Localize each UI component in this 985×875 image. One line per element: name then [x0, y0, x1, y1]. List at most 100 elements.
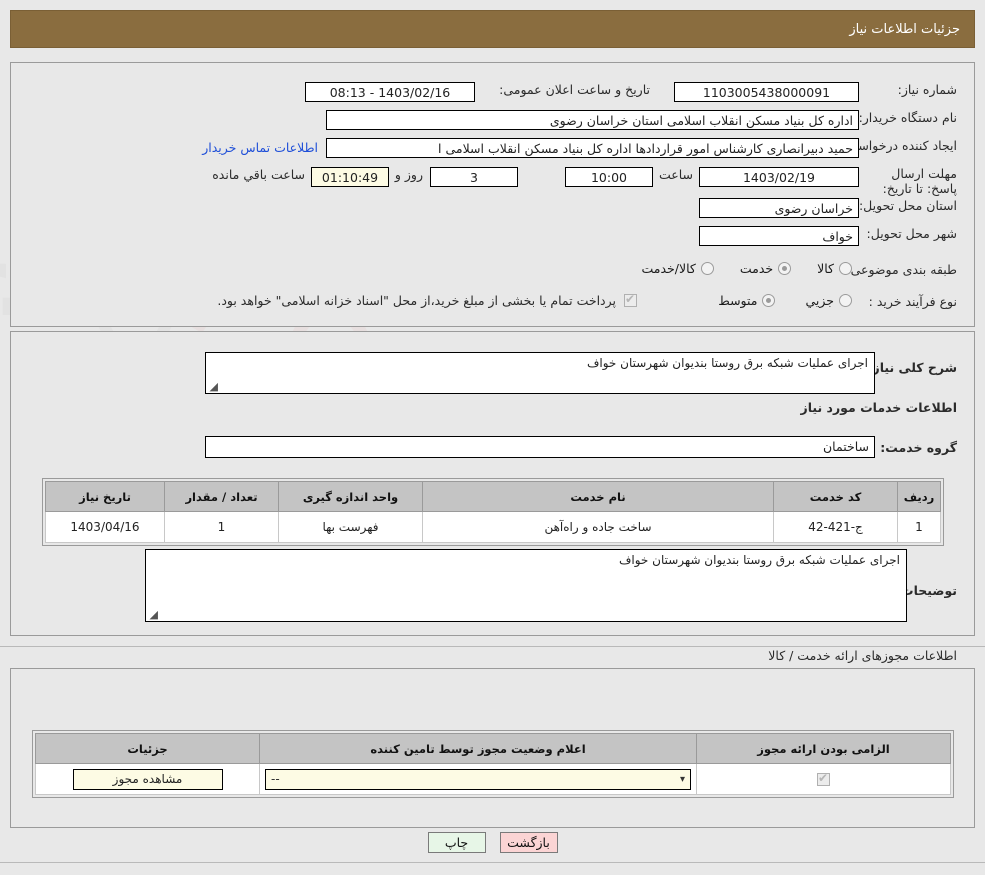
- bottom-divider: [0, 862, 985, 863]
- cell-date: 1403/04/16: [45, 511, 165, 543]
- buyer-org-row: نام دستگاه خریدار:: [859, 110, 957, 125]
- service-table-wrap: ردیف کد خدمت نام خدمت واحد اندازه گیری ت…: [42, 478, 944, 546]
- cell-permit-details: مشاهده مجوز: [35, 763, 260, 795]
- buyer-contact-link[interactable]: اطلاعات تماس خریدار: [202, 140, 318, 155]
- city-label: شهر محل تحویل:: [866, 226, 957, 241]
- category-option-kala-khedmat[interactable]: کالا/خدمت: [641, 261, 714, 276]
- deadline-time-value: 10:00: [565, 167, 653, 187]
- col-permit-status: اعلام وضعیت مجوز توسط تامین کننده: [259, 733, 697, 764]
- category-option-label: کالا: [817, 261, 834, 276]
- permit-status-select[interactable]: ▾ --: [265, 768, 691, 790]
- permits-heading-wrap: اطلاعات مجوزهای ارائه خدمت / کالا: [768, 648, 957, 663]
- need-desc-textarea[interactable]: اجرای عملیات شبکه برق روستا بندیوان شهرس…: [205, 352, 875, 394]
- service-table: ردیف کد خدمت نام خدمت واحد اندازه گیری ت…: [45, 481, 941, 543]
- permits-table: الزامی بودن ارائه مجوز اعلام وضعیت مجوز …: [35, 733, 951, 795]
- table-row: ▾ -- مشاهده مجوز: [35, 763, 951, 795]
- print-button[interactable]: چاپ: [427, 832, 486, 853]
- cell-permit-status: ▾ --: [259, 763, 697, 795]
- page-root: AnaTender.net جزئیات اطلاعات نیاز شماره …: [0, 0, 985, 875]
- radio-icon[interactable]: [839, 294, 852, 307]
- buyer-notes-value: اجرای عملیات شبکه برق روستا بندیوان شهرس…: [618, 553, 900, 567]
- category-radio-group: کالا خدمت کالا/خدمت: [641, 261, 852, 276]
- countdown-value: 01:10:49: [311, 167, 389, 187]
- creator-label: ایجاد کننده درخواست:: [841, 138, 957, 153]
- process-radio-group: جزیي متوسط: [718, 293, 852, 308]
- category-option-label: خدمت: [739, 261, 774, 276]
- col-date: تاریخ نیاز: [45, 481, 165, 512]
- permits-heading: اطلاعات مجوزهای ارائه خدمت / کالا: [768, 648, 957, 663]
- need-desc-label: شرح کلی نیاز:: [867, 360, 957, 375]
- treasury-checkbox[interactable]: [624, 292, 637, 307]
- announce-row: تاریخ و ساعت اعلان عمومی:: [499, 82, 650, 97]
- col-permit-details: جزئیات: [35, 733, 260, 764]
- city-row: شهر محل تحویل:: [867, 226, 957, 241]
- cell-quantity: 1: [164, 511, 279, 543]
- treasury-note-row: پرداخت تمام یا بخشی از مبلغ خرید،از محل …: [217, 292, 637, 308]
- creator-row: ایجاد کننده درخواست:: [842, 138, 957, 153]
- process-label-wrap: نوع فرآیند خرید :: [869, 294, 957, 309]
- buyer-org-value: اداره کل بنیاد مسکن انقلاب اسلامی استان …: [326, 110, 859, 130]
- footer-button-bar: بازگشت چاپ: [0, 832, 985, 853]
- divider: [0, 646, 985, 647]
- table-row: 1 ج-421-42 ساخت جاده و راه‌آهن فهرست بها…: [45, 511, 941, 543]
- buyer-org-label: نام دستگاه خریدار:: [858, 110, 957, 125]
- process-option-jozii[interactable]: جزیي: [805, 293, 852, 308]
- category-option-label: کالا/خدمت: [641, 261, 696, 276]
- category-option-khedmat[interactable]: خدمت: [739, 261, 792, 276]
- col-radif: ردیف: [897, 481, 941, 512]
- announce-value: 1403/02/16 - 08:13: [305, 82, 475, 102]
- col-name: نام خدمت: [422, 481, 774, 512]
- need-number-row: شماره نیاز:: [898, 82, 957, 97]
- service-group-value: ساختمان: [205, 436, 875, 458]
- process-label: نوع فرآیند خرید :: [868, 294, 957, 309]
- page-title: جزئیات اطلاعات نیاز: [849, 21, 960, 37]
- days-label-wrap: روز و: [395, 167, 423, 182]
- days-remaining-value: 3: [430, 167, 518, 187]
- remaining-label-wrap: ساعت باقي مانده: [212, 167, 305, 182]
- col-unit: واحد اندازه گیری: [278, 481, 423, 512]
- cell-permit-required: [696, 763, 951, 795]
- resize-grip-icon[interactable]: ◢: [148, 609, 158, 620]
- table-header-row: ردیف کد خدمت نام خدمت واحد اندازه گیری ت…: [45, 481, 941, 512]
- cell-name: ساخت جاده و راه‌آهن: [422, 511, 774, 543]
- province-row: استان محل تحویل:: [859, 198, 957, 213]
- deadline-date-value: 1403/02/19: [699, 167, 859, 187]
- announce-label: تاریخ و ساعت اعلان عمومی:: [499, 82, 650, 97]
- back-button[interactable]: بازگشت: [499, 832, 558, 853]
- window-title-bar: جزئیات اطلاعات نیاز: [10, 10, 975, 48]
- hour-label: ساعت: [658, 167, 693, 182]
- col-code: کد خدمت: [773, 481, 898, 512]
- cell-radif: 1: [897, 511, 941, 543]
- process-option-label: متوسط: [718, 293, 758, 308]
- deadline-label: مهلت ارسال پاسخ: تا تاریخ:: [882, 166, 957, 196]
- cell-unit: فهرست بها: [278, 511, 423, 543]
- category-label: طبقه بندی موضوعی:: [846, 262, 957, 277]
- deadline-row: مهلت ارسال پاسخ: تا تاریخ:: [862, 166, 957, 196]
- city-value: خواف: [699, 226, 859, 246]
- resize-grip-icon[interactable]: ◢: [208, 381, 218, 392]
- need-number-label: شماره نیاز:: [897, 82, 957, 97]
- col-permit-required: الزامی بودن ارائه مجوز: [696, 733, 951, 764]
- service-section-heading-wrap: اطلاعات خدمات مورد نیاز: [801, 400, 958, 415]
- process-option-label: جزیي: [805, 293, 834, 308]
- view-permit-button[interactable]: مشاهده مجوز: [72, 768, 223, 790]
- category-option-kala[interactable]: کالا: [817, 261, 852, 276]
- process-option-motevaset[interactable]: متوسط: [718, 293, 776, 308]
- service-group-label-wrap: گروه خدمت:: [880, 440, 957, 455]
- radio-icon[interactable]: [762, 294, 776, 307]
- table-header-row: الزامی بودن ارائه مجوز اعلام وضعیت مجوز …: [35, 733, 951, 764]
- radio-icon[interactable]: [700, 262, 714, 275]
- permit-status-value: --: [271, 771, 280, 786]
- need-desc-label-wrap: شرح کلی نیاز:: [868, 360, 957, 375]
- buyer-notes-textarea[interactable]: اجرای عملیات شبکه برق روستا بندیوان شهرس…: [145, 549, 907, 622]
- days-label: روز و: [394, 167, 423, 182]
- cell-code: ج-421-42: [773, 511, 898, 543]
- service-section-heading: اطلاعات خدمات مورد نیاز: [800, 400, 958, 415]
- province-value: خراسان رضوی: [699, 198, 859, 218]
- treasury-note-text: پرداخت تمام یا بخشی از مبلغ خرید،از محل …: [217, 293, 616, 308]
- creator-value: حمید دبیرانصاری کارشناس امور قراردادها ا…: [326, 138, 859, 158]
- need-desc-value: اجرای عملیات شبکه برق روستا بندیوان شهرس…: [586, 356, 868, 370]
- radio-icon[interactable]: [839, 262, 852, 275]
- radio-icon[interactable]: [778, 262, 792, 275]
- hour-label-wrap: ساعت: [659, 167, 693, 182]
